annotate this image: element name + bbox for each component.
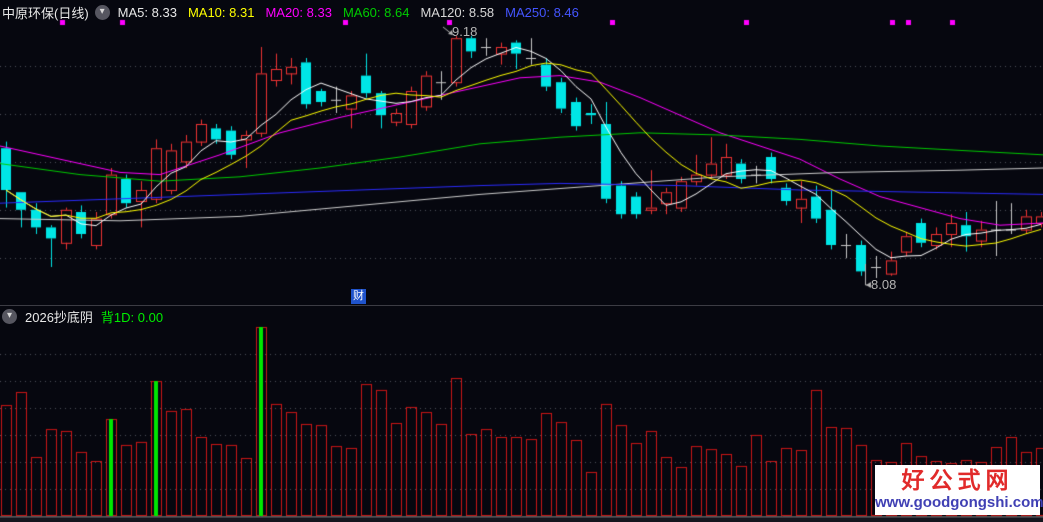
ma-label-ma5: MA5: 8.33 <box>117 4 177 20</box>
indicator-header: ▾ 2026抄底阴 背1D: 0.00 <box>2 307 163 325</box>
ma-legend: MA5: 8.33 MA10: 8.31 MA20: 8.33 MA60: 8.64 M… <box>118 5 590 20</box>
high-price-label: 9.18 <box>452 24 478 39</box>
low-price-label: 8.08 <box>871 277 897 292</box>
indicator-value: 背1D: 0.00 <box>100 309 164 325</box>
chart-canvas[interactable] <box>0 0 1043 522</box>
chevron-down-icon[interactable]: ▾ <box>94 4 110 20</box>
indicator-chevron-down-icon[interactable]: ▾ <box>2 308 17 324</box>
time-axis-strip <box>0 517 1043 522</box>
watermark-site-url: www.goodgongshi.com <box>875 494 1043 511</box>
stock-chart-app: 中原环保(日线) ▾ MA5: 8.33 MA10: 8.31 MA20: 8.33… <box>0 0 1043 522</box>
main-chart-header: 中原环保(日线) ▾ MA5: 8.33 MA10: 8.31 MA20: 8.33… <box>2 2 590 22</box>
watermark-site-name: 好公式网 <box>901 467 1014 493</box>
finance-news-badge[interactable]: 财 <box>351 289 366 304</box>
ma-label-ma250: MA250: 8.46 <box>505 4 579 20</box>
indicator-title: 2026抄底阴 <box>25 309 93 325</box>
watermark: 好公式网 www.goodgongshi.com <box>875 465 1043 515</box>
ma-label-ma20: MA20: 8.33 <box>265 4 332 20</box>
ma-label-ma60: MA60: 8.64 <box>342 4 410 20</box>
ma-label-ma120: MA120: 8.58 <box>420 4 495 20</box>
stock-title: 中原环保(日线) <box>2 5 89 21</box>
ma-label-ma10: MA10: 8.31 <box>187 4 255 20</box>
